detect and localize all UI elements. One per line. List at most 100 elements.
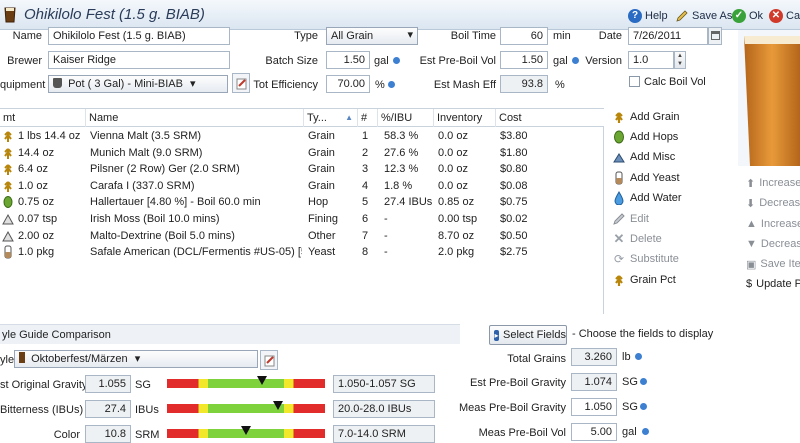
edit-equipment-button[interactable]: [232, 73, 250, 93]
column-header-number[interactable]: #: [358, 109, 378, 127]
add-hops-button[interactable]: Add Hops: [612, 128, 678, 146]
beer-glass-icon: [4, 7, 16, 23]
batch-size-label: Batch Size: [265, 55, 318, 67]
substitute-button[interactable]: ⟳ Substitute: [612, 250, 679, 268]
add-water-button[interactable]: Add Water: [612, 189, 682, 207]
cell-amt: 6.4 oz: [18, 163, 48, 176]
column-header-inventory[interactable]: Inventory: [434, 109, 496, 127]
column-header-amt[interactable]: mt: [0, 109, 86, 127]
grain-icon: [612, 273, 626, 287]
batch-size-field[interactable]: 1.50: [326, 51, 370, 69]
version-field[interactable]: 1.0: [628, 51, 674, 69]
column-header-type[interactable]: Ty... ▲: [304, 109, 358, 127]
increase-button-2[interactable]: ▲ Increase: [746, 216, 800, 232]
cell-amt: 1.0 oz: [18, 179, 48, 192]
table-row[interactable]: 1.0 oz Carafa I (337.0 SRM) Grain 4 1.8 % 0.0…: [0, 178, 604, 195]
ok-button[interactable]: ✓ Ok: [732, 8, 763, 24]
decrease-button-1[interactable]: ⬇Decrease: [746, 195, 800, 211]
recipe-name-field[interactable]: Ohikilolo Fest (1.5 g. BIAB): [48, 27, 230, 45]
pre-boil-gravity-value: 1.074: [571, 373, 617, 391]
calendar-dropdown-button[interactable]: [708, 27, 722, 45]
brewer-field[interactable]: Kaiser Ridge: [48, 51, 230, 69]
style-label: yle: [0, 354, 15, 366]
cancel-icon: ✕: [769, 9, 783, 23]
meas-pre-boil-vol-field[interactable]: 5.00: [571, 423, 617, 441]
cell-inventory: 0.0 oz: [438, 146, 468, 159]
table-row[interactable]: 6.4 oz Pilsner (2 Row) Ger (2.0 SRM) Grain…: [0, 161, 604, 178]
date-field[interactable]: 7/26/2011: [628, 27, 708, 45]
select-fields-button[interactable]: ▸ Select Fields: [489, 325, 567, 345]
table-row[interactable]: 1 lbs 14.4 oz Vienna Malt (3.5 SRM) Grain 1…: [0, 128, 604, 145]
table-row[interactable]: 0.07 tsp Irish Moss (Boil 10.0 mins) Finin…: [0, 211, 604, 228]
cell-amt: 0.07 tsp: [18, 213, 58, 225]
column-header-type-label: Ty...: [307, 112, 327, 124]
cell-type: Grain: [308, 179, 335, 192]
type-dropdown[interactable]: All Grain ▾: [326, 27, 418, 45]
misc-icon: [2, 212, 14, 226]
style-dropdown[interactable]: Oktoberfest/Märzen ▾: [14, 350, 258, 368]
batch-size-info-icon[interactable]: [393, 57, 400, 64]
column-header-ibu[interactable]: %/IBU: [378, 109, 434, 127]
delete-button[interactable]: ✕ Delete: [612, 230, 662, 248]
chevron-down-icon: ▾: [407, 29, 413, 41]
column-header-cost[interactable]: Cost: [496, 109, 604, 127]
decrease-button-2[interactable]: ▼Decrease: [746, 236, 800, 252]
meas-pre-boil-gravity-field[interactable]: 1.050: [571, 398, 617, 416]
grain-pct-button[interactable]: Grain Pct: [612, 271, 676, 289]
add-misc-label: Add Misc: [630, 151, 676, 163]
pre-boil-vol-field[interactable]: 1.50: [500, 51, 548, 69]
add-grain-button[interactable]: Add Grain: [612, 108, 680, 126]
column-header-name[interactable]: Name: [86, 109, 304, 127]
efficiency-unit: %: [375, 79, 385, 91]
total-grains-label: Total Grains: [507, 353, 566, 365]
pre-boil-gravity-info-icon[interactable]: [640, 378, 647, 385]
beer-style-icon: [19, 352, 25, 363]
edit-button[interactable]: Edit: [612, 210, 649, 228]
total-grains-unit: lb: [622, 351, 631, 363]
pot-icon: [53, 78, 62, 88]
meas-pre-boil-gravity-info-icon[interactable]: [640, 403, 647, 410]
cell-name: Vienna Malt (3.5 SRM): [90, 130, 202, 142]
cell-type: Yeast: [308, 246, 336, 259]
table-row[interactable]: 1.0 pkg Safale American (DCL/Fermentis #U…: [0, 244, 604, 261]
update-price-button[interactable]: $ Update P: [746, 276, 800, 292]
cell-num: 2: [362, 146, 369, 159]
increase-button-1[interactable]: ⬆ Increase: [746, 175, 800, 191]
meas-pre-boil-gravity-label: Meas Pre-Boil Gravity: [459, 402, 566, 414]
type-value: All Grain: [331, 30, 374, 42]
table-row[interactable]: 14.4 oz Munich Malt (9.0 SRM) Grain 2 27.6 %…: [0, 145, 604, 162]
cell-type: Other: [308, 229, 336, 242]
cancel-button[interactable]: ✕ Car: [769, 8, 800, 24]
efficiency-field[interactable]: 70.00: [326, 75, 370, 93]
table-header: mt Name Ty... ▲ # %/IBU Inventory Cost: [0, 109, 604, 127]
style-guide-title: yle Guide Comparison: [2, 329, 111, 341]
ibu-unit: IBUs: [135, 404, 159, 416]
help-button[interactable]: ? Help: [628, 8, 668, 24]
edit-style-button[interactable]: [260, 350, 278, 370]
table-row[interactable]: 2.00 oz Malto-Dextrine (Boil 5.0 mins) Oth…: [0, 228, 604, 245]
add-grain-label: Add Grain: [630, 111, 680, 123]
total-grains-info-icon[interactable]: [635, 353, 642, 360]
version-spinner[interactable]: ▲ ▼: [674, 51, 686, 69]
decrease-label: Decrease: [760, 238, 800, 250]
add-yeast-button[interactable]: Add Yeast: [612, 169, 680, 187]
save-as-button[interactable]: Save As: [675, 8, 732, 24]
total-grains-value: 3.260: [571, 348, 617, 366]
meas-pre-boil-vol-unit: gal: [622, 426, 637, 438]
meas-pre-boil-vol-info-icon[interactable]: [642, 428, 649, 435]
equipment-dropdown[interactable]: Pot ( 3 Gal) - Mini-BIAB ▾: [48, 75, 228, 93]
cell-num: 5: [362, 196, 369, 209]
save-item-button[interactable]: ▣Save Iten: [746, 256, 800, 272]
table-row[interactable]: 0.75 oz Hallertauer [4.80 %] - Boil 60.0 …: [0, 194, 604, 211]
calc-boil-vol-checkbox[interactable]: [629, 76, 640, 87]
efficiency-info-icon[interactable]: [388, 81, 395, 88]
beer-color-image: [738, 30, 800, 166]
arrow-up-icon: ⬆: [746, 177, 756, 190]
pre-boil-vol-info-icon[interactable]: [572, 57, 579, 64]
help-label: Help: [645, 10, 668, 22]
boil-time-field[interactable]: 60: [500, 27, 548, 45]
ibu-range-bar: [167, 404, 325, 413]
mash-eff-value: 93.8: [500, 75, 548, 93]
cell-type: Fining: [308, 213, 338, 225]
add-misc-button[interactable]: Add Misc: [612, 148, 675, 166]
